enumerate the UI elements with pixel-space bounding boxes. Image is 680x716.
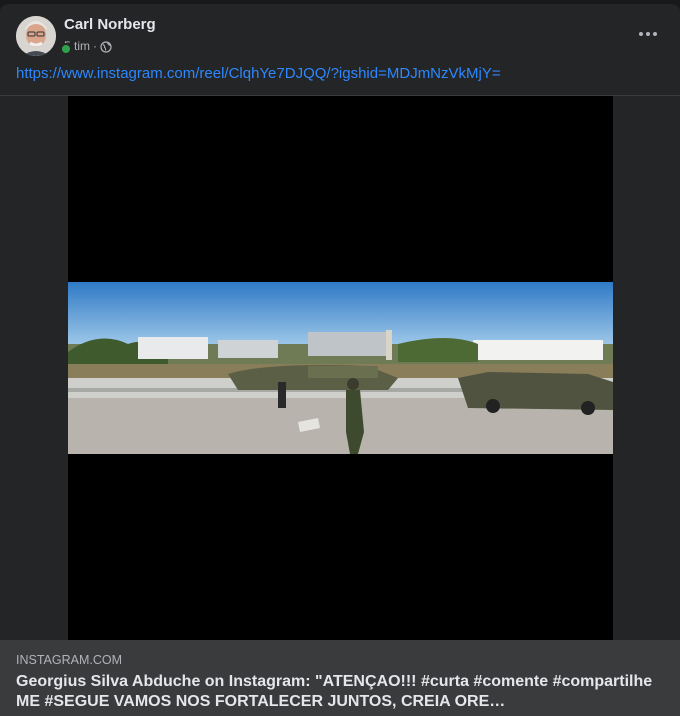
preview-domain: INSTAGRAM.COM	[16, 653, 123, 667]
avatar-image	[16, 16, 56, 56]
post-card: Carl Norberg 5 tim · https://www.instagr…	[0, 4, 680, 716]
author-name[interactable]: Carl Norberg	[64, 16, 156, 34]
avatar[interactable]	[16, 16, 56, 56]
link-preview[interactable]: INSTAGRAM.COM Georgius Silva Abduche on …	[0, 640, 680, 716]
video-thumbnail	[68, 282, 613, 454]
video-player[interactable]	[68, 96, 613, 640]
post-subline: 5 tim ·	[64, 39, 156, 53]
preview-title: Georgius Silva Abduche on Instagram: "AT…	[16, 673, 653, 710]
more-dot-icon	[639, 32, 643, 36]
post-header: Carl Norberg 5 tim ·	[16, 16, 156, 56]
globe-icon[interactable]	[100, 41, 112, 53]
media-area	[0, 96, 680, 640]
more-options-button[interactable]	[634, 20, 662, 48]
more-dot-icon	[653, 32, 657, 36]
post-link[interactable]: https://www.instagram.com/reel/ClqhYe7DJ…	[16, 64, 501, 84]
separator-dot: ·	[93, 39, 98, 53]
online-status-dot	[60, 43, 72, 55]
more-dot-icon	[646, 32, 650, 36]
post-meta: Carl Norberg 5 tim ·	[64, 16, 156, 53]
video-frame	[68, 282, 613, 454]
